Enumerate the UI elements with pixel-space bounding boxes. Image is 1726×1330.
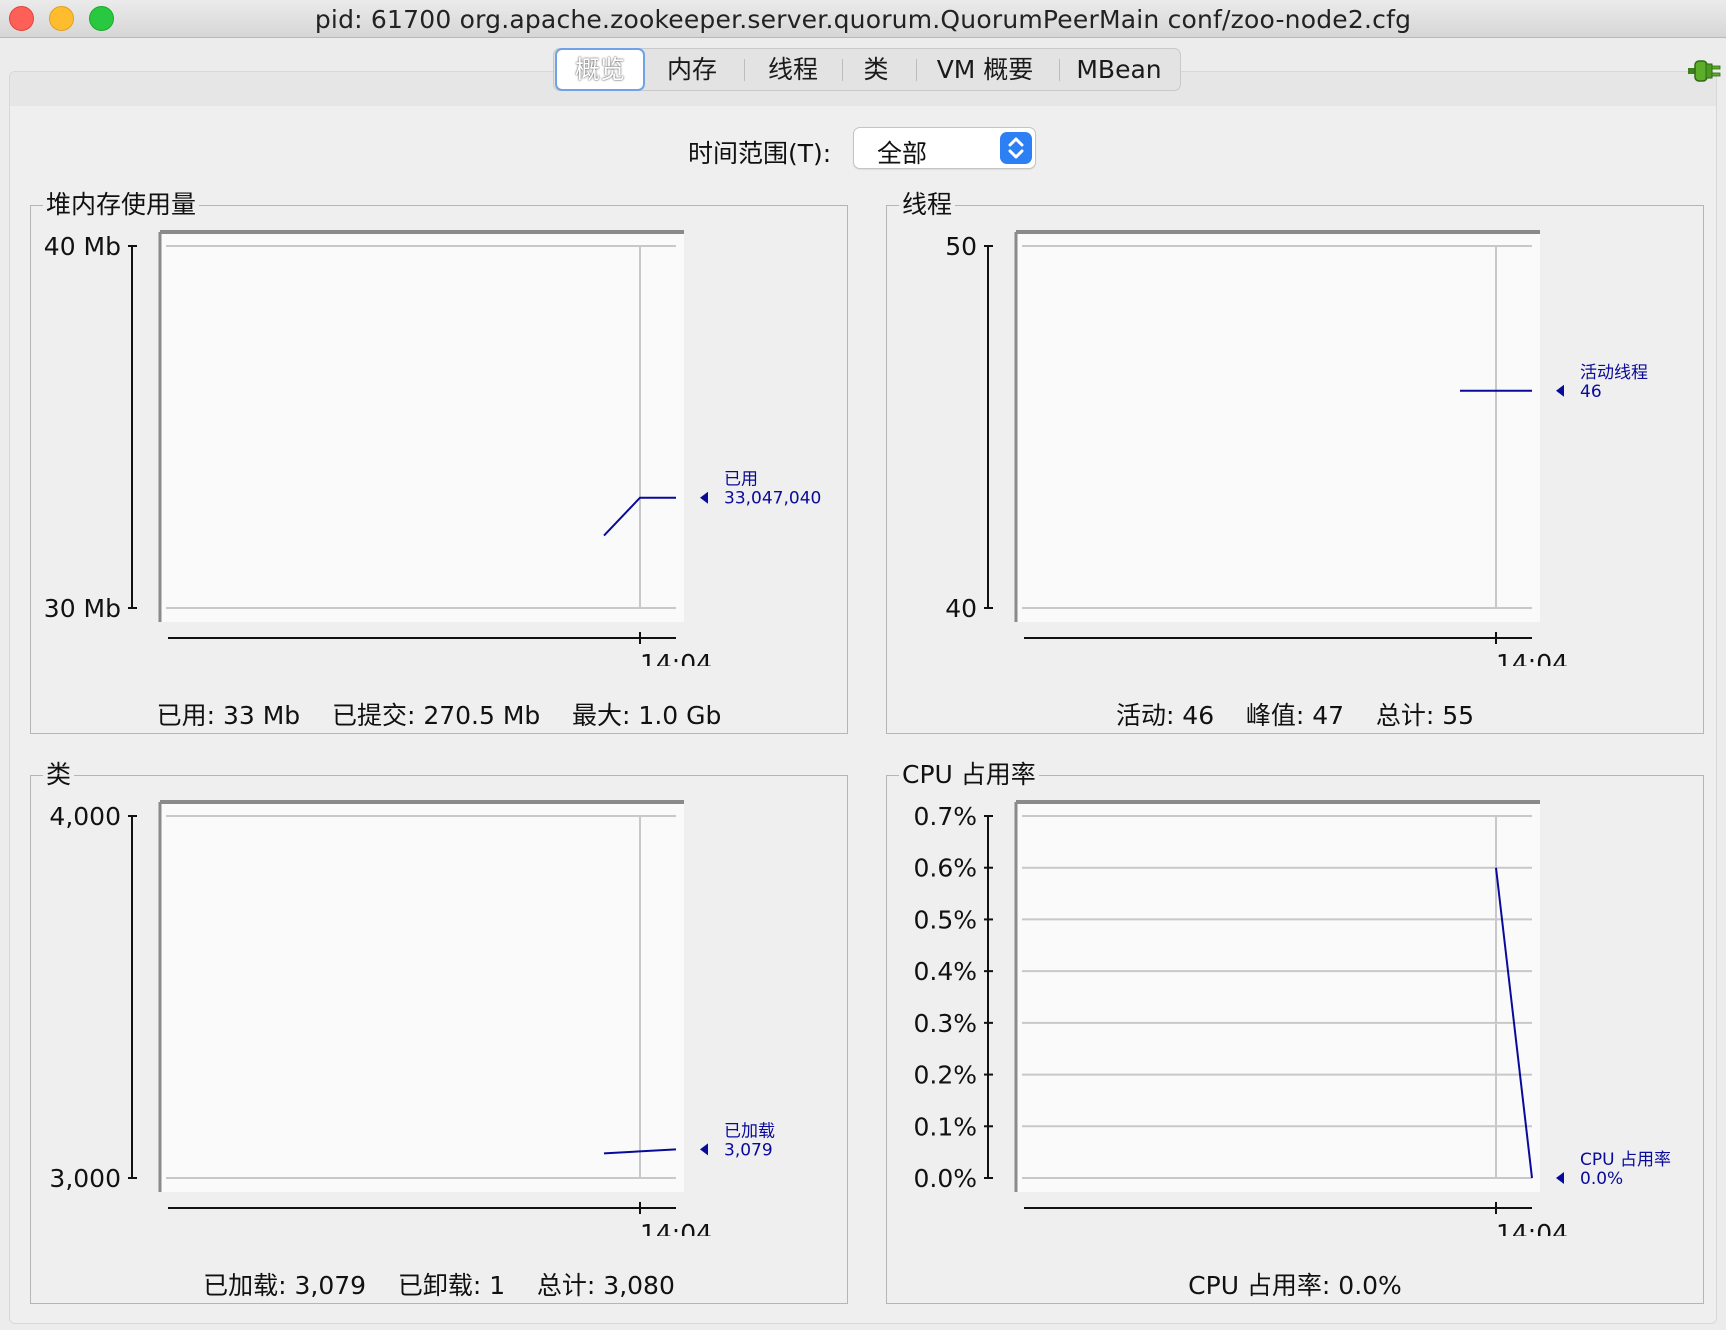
time-range-label: 时间范围(T): xyxy=(688,139,832,168)
classes-panel: 类 4,000 3,000 14:04 已加载 3,079 已加载: 3,079 已卸载… xyxy=(30,761,848,1304)
cpu-summary: CPU 占用率: 0.0% xyxy=(1188,1271,1402,1300)
y-tick-label: 0.6% xyxy=(913,854,977,883)
heap-summary: 已用: 33 Mb 已提交: 270.5 Mb 最大: 1.0 Gb xyxy=(156,701,722,730)
tab-mbean[interactable]: MBean xyxy=(1064,49,1174,90)
marker-arrow-icon xyxy=(700,1143,708,1156)
y-tick-label: 0.3% xyxy=(913,1009,977,1038)
series-name-label: CPU 占用率 xyxy=(1580,1150,1671,1170)
y-tick-label: 0.2% xyxy=(913,1061,977,1090)
series-value-label: 3,079 xyxy=(724,1140,773,1160)
up-down-arrows-icon xyxy=(1000,132,1032,164)
y-tick-label: 3,000 xyxy=(49,1164,121,1193)
tab-separator xyxy=(1059,59,1060,81)
tab-vm-summary[interactable]: VM 概要 xyxy=(922,49,1048,90)
classes-summary: 已加载: 3,079 已卸载: 1 总计: 3,080 xyxy=(203,1271,675,1300)
series-name-label: 已用 xyxy=(724,470,758,490)
connection-plug-icon[interactable] xyxy=(1688,58,1722,84)
y-tick-label: 0.0% xyxy=(913,1164,977,1193)
threads-summary: 活动: 46 峰值: 47 总计: 55 xyxy=(1115,701,1475,730)
tab-memory[interactable]: 内存 xyxy=(650,49,734,90)
series-name-label: 活动线程 xyxy=(1580,363,1648,383)
window-title: pid: 61700 org.apache.zookeeper.server.q… xyxy=(314,5,1412,34)
y-tick-label: 0.7% xyxy=(913,802,977,831)
x-tick-label: 14:04 xyxy=(640,649,712,666)
series-value-label: 0.0% xyxy=(1580,1169,1623,1189)
y-tick-label: 0.1% xyxy=(913,1112,977,1141)
marker-arrow-icon xyxy=(700,491,708,504)
marker-arrow-icon xyxy=(1556,1172,1564,1184)
y-tick-label: 30 Mb xyxy=(44,594,121,623)
x-tick-label: 14:04 xyxy=(1496,649,1568,666)
tab-overview[interactable]: 概览 xyxy=(555,48,645,91)
plot-area xyxy=(160,802,684,1192)
tab-separator xyxy=(916,59,917,81)
plot-area xyxy=(160,232,684,622)
series-value-label: 46 xyxy=(1580,382,1602,402)
y-tick-label: 40 Mb xyxy=(44,232,121,261)
heap-memory-chart: 40 Mb 30 Mb 14:04 已用33,047,040 xyxy=(44,230,821,666)
tab-separator xyxy=(744,59,745,81)
threads-chart: 50 40 14:04 活动线程46 xyxy=(945,230,1648,666)
tab-bar: 概览 内存 线程 类 VM 概要 MBean xyxy=(553,48,1181,91)
y-tick-label: 0.4% xyxy=(913,957,977,986)
tab-threads[interactable]: 线程 xyxy=(747,49,839,90)
cpu-chart: 0.7% 0.6% 0.5% 0.4% 0.3% 0.2% 0.1% 0.0% 14:04 CPU… xyxy=(913,800,1671,1236)
y-tick-label: 40 xyxy=(945,594,977,623)
cpu-panel: CPU 占用率 0.7% 0.6% 0.5% 0.4% 0.3% 0.2% 0.1% 0.0%… xyxy=(886,761,1704,1304)
series-value-label: 33,047,040 xyxy=(724,489,821,509)
y-tick-label: 4,000 xyxy=(49,802,121,831)
x-tick-label: 14:04 xyxy=(1496,1219,1568,1236)
tab-separator xyxy=(842,59,843,81)
classes-chart: 4,000 3,000 14:04 已加载3,079 xyxy=(49,800,775,1236)
x-tick-label: 14:04 xyxy=(640,1219,712,1236)
threads-panel: 线程 50 40 14:04 活动线程 46 活动: 46 峰值: 47 总计: 55 xyxy=(886,191,1704,734)
plot-area xyxy=(1016,802,1540,1192)
plot-area xyxy=(1016,232,1540,622)
series-name-label: 已加载 xyxy=(724,1121,775,1141)
marker-arrow-icon xyxy=(1556,384,1564,397)
y-tick-label: 50 xyxy=(945,232,977,261)
window-titlebar: pid: 61700 org.apache.zookeeper.server.q… xyxy=(0,0,1726,38)
y-tick-label: 0.5% xyxy=(913,905,977,934)
time-range-select[interactable]: 全部 xyxy=(853,127,1036,169)
heap-memory-panel: 堆内存使用量 40 Mb 30 Mb 14:04 已用 33,047,040 已用: 3… xyxy=(30,191,848,734)
time-range-value: 全部 xyxy=(877,139,928,168)
tab-classes[interactable]: 类 xyxy=(844,49,908,90)
